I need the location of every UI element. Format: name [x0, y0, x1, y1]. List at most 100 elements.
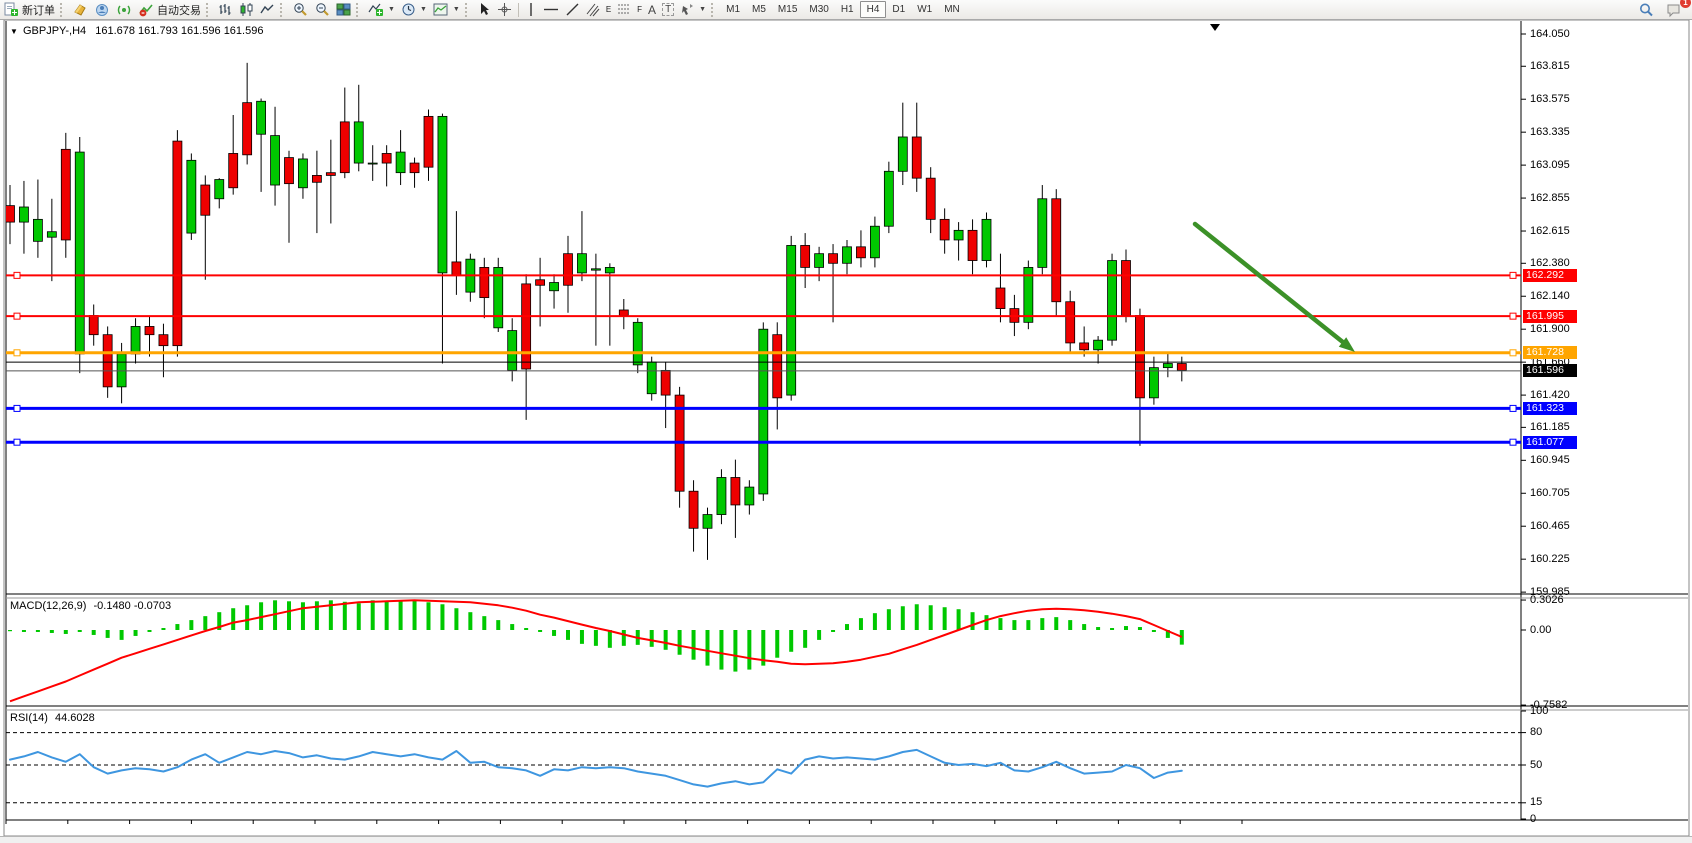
- candle-body-bull[interactable]: [215, 180, 224, 199]
- candle-body-bear[interactable]: [912, 137, 921, 178]
- line-chart-button[interactable]: [257, 1, 278, 18]
- profile-button[interactable]: [91, 1, 113, 18]
- text-label-tool-button[interactable]: T: [659, 1, 677, 18]
- candle-body-bear[interactable]: [424, 116, 433, 167]
- bar-chart-button[interactable]: [215, 1, 236, 18]
- timeframe-button-w1[interactable]: W1: [911, 2, 938, 17]
- candle-body-bear[interactable]: [1135, 315, 1144, 397]
- candle-body-bear[interactable]: [89, 315, 98, 334]
- hline-anchor[interactable]: [14, 313, 20, 319]
- candle-body-bull[interactable]: [1038, 199, 1047, 268]
- hline-anchor[interactable]: [14, 272, 20, 278]
- hline-anchor[interactable]: [1510, 439, 1516, 445]
- candle-body-bear[interactable]: [996, 288, 1005, 309]
- arrows-tool-button[interactable]: ▼: [677, 1, 709, 18]
- candle-body-bull[interactable]: [368, 163, 377, 164]
- hline-anchor[interactable]: [14, 405, 20, 411]
- candle-body-bull[interactable]: [550, 283, 559, 291]
- candle-body-bull[interactable]: [815, 254, 824, 268]
- candle-body-bull[interactable]: [591, 269, 600, 270]
- candle-body-bear[interactable]: [312, 175, 321, 182]
- timeframe-button-h4[interactable]: H4: [860, 1, 887, 18]
- zoom-out-button[interactable]: [311, 1, 333, 18]
- timeframe-button-m30[interactable]: M30: [803, 2, 834, 17]
- text-tool-button[interactable]: A: [645, 1, 659, 18]
- market-watch-button[interactable]: [69, 1, 91, 18]
- chart-window[interactable]: ▼ GBPJPY-,H4 161.678 161.793 161.596 161…: [0, 20, 1692, 836]
- candle-body-bull[interactable]: [843, 247, 852, 263]
- tile-windows-button[interactable]: [333, 1, 354, 18]
- trendline-tool-button[interactable]: [562, 1, 583, 18]
- search-button[interactable]: [1635, 1, 1657, 18]
- candle-body-bull[interactable]: [633, 322, 642, 365]
- timeframe-button-m15[interactable]: M15: [772, 2, 803, 17]
- hline-anchor[interactable]: [14, 439, 20, 445]
- candle-body-bear[interactable]: [968, 230, 977, 260]
- candle-body-bear[interactable]: [689, 491, 698, 528]
- notifications-button[interactable]: 1: [1663, 1, 1686, 18]
- chart-symbol-header[interactable]: ▼ GBPJPY-,H4 161.678 161.793 161.596 161…: [10, 25, 263, 38]
- new-order-button[interactable]: 新订单: [0, 1, 58, 18]
- candle-body-bull[interactable]: [494, 267, 503, 327]
- candle-body-bull[interactable]: [1149, 368, 1158, 398]
- candle-body-bull[interactable]: [703, 515, 712, 529]
- add-indicator-button[interactable]: ▼: [365, 1, 398, 18]
- candle-body-bear[interactable]: [522, 284, 531, 369]
- candle-body-bull[interactable]: [131, 326, 140, 353]
- candle-body-bear[interactable]: [856, 247, 865, 258]
- candle-body-bull[interactable]: [508, 331, 517, 371]
- candle-body-bull[interactable]: [257, 101, 266, 134]
- candle-body-bear[interactable]: [159, 335, 168, 346]
- candle-body-bear[interactable]: [1052, 199, 1061, 302]
- candle-body-bear[interactable]: [731, 477, 740, 504]
- candle-body-bull[interactable]: [787, 245, 796, 395]
- candle-body-bear[interactable]: [926, 178, 935, 219]
- candle-body-bear[interactable]: [619, 310, 628, 315]
- candle-body-bull[interactable]: [884, 171, 893, 226]
- candle-body-bull[interactable]: [271, 136, 280, 185]
- candle-body-bear[interactable]: [940, 219, 949, 240]
- candle-body-bear[interactable]: [410, 163, 419, 173]
- candle-body-bear[interactable]: [243, 103, 252, 155]
- collapse-triangle-icon[interactable]: ▼: [10, 27, 18, 36]
- equidistant-channel-tool-button[interactable]: E: [583, 1, 614, 18]
- candle-body-bull[interactable]: [647, 362, 656, 394]
- candle-body-bull[interactable]: [577, 254, 586, 273]
- candle-body-bear[interactable]: [201, 185, 210, 215]
- candle-body-bull[interactable]: [898, 137, 907, 171]
- zoom-in-button[interactable]: [289, 1, 311, 18]
- candle-body-bull[interactable]: [605, 267, 614, 272]
- candle-body-bull[interactable]: [354, 122, 363, 163]
- candle-body-bull[interactable]: [396, 152, 405, 173]
- candle-body-bull[interactable]: [870, 226, 879, 258]
- candle-body-bear[interactable]: [326, 173, 335, 176]
- crosshair-tool-button[interactable]: [494, 1, 515, 18]
- timeframe-button-mn[interactable]: MN: [938, 2, 966, 17]
- candle-body-bull[interactable]: [745, 487, 754, 505]
- candle-body-bull[interactable]: [19, 207, 28, 222]
- candle-body-bear[interactable]: [536, 280, 545, 285]
- candle-body-bear[interactable]: [829, 254, 838, 264]
- candle-body-bull[interactable]: [717, 477, 726, 514]
- candle-body-bull[interactable]: [438, 116, 447, 273]
- candle-body-bear[interactable]: [103, 335, 112, 387]
- candle-body-bull[interactable]: [982, 219, 991, 260]
- candle-body-bear[interactable]: [773, 335, 782, 398]
- candle-body-bear[interactable]: [480, 267, 489, 297]
- hline-anchor[interactable]: [1510, 313, 1516, 319]
- candle-body-bull[interactable]: [117, 354, 126, 387]
- hline-anchor[interactable]: [1510, 405, 1516, 411]
- auto-trading-button[interactable]: 自动交易: [135, 1, 204, 18]
- candle-body-bull[interactable]: [47, 232, 56, 237]
- periods-button[interactable]: ▼: [398, 1, 430, 18]
- hline-anchor[interactable]: [14, 350, 20, 356]
- signals-button[interactable]: [113, 1, 135, 18]
- templates-button[interactable]: ▼: [430, 1, 463, 18]
- vertical-line-tool-button[interactable]: [522, 1, 540, 18]
- timeframe-button-d1[interactable]: D1: [886, 2, 911, 17]
- hline-anchor[interactable]: [1510, 350, 1516, 356]
- candle-body-bull[interactable]: [187, 160, 196, 233]
- candle-body-bull[interactable]: [1108, 261, 1117, 341]
- hline-anchor[interactable]: [1510, 272, 1516, 278]
- candle-body-bull[interactable]: [75, 152, 84, 354]
